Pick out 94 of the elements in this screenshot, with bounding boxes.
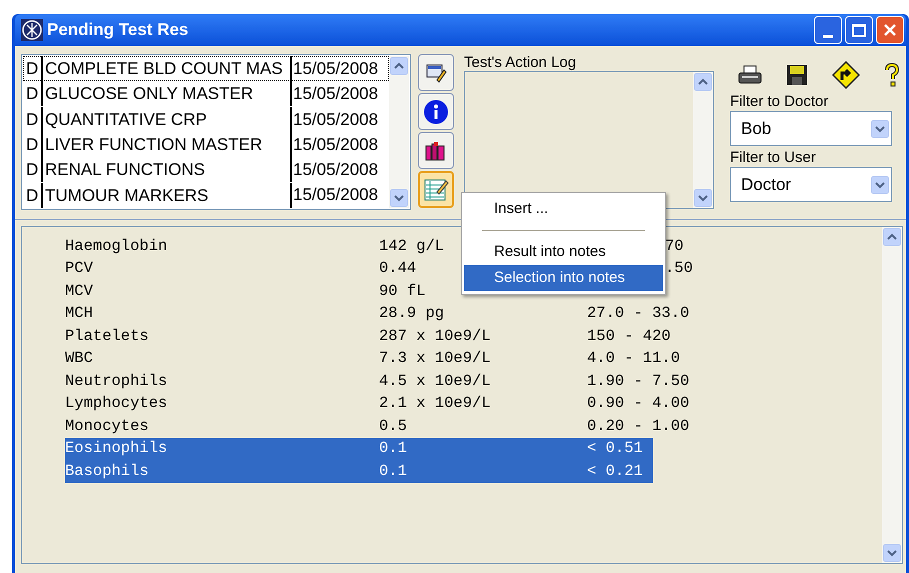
result-range: 1.90 - 7.50 — [587, 372, 690, 390]
result-value: 0.1 — [379, 462, 407, 480]
result-value: 0.1 — [379, 439, 407, 458]
help-icon[interactable] — [884, 63, 900, 87]
menu-item[interactable]: Result into notes — [464, 239, 663, 265]
save-icon[interactable] — [786, 64, 808, 86]
result-range: .50 — [665, 259, 693, 278]
info-button[interactable] — [418, 93, 454, 130]
result-range: 70 — [665, 236, 684, 255]
scroll-down-icon[interactable] — [883, 544, 901, 562]
result-value: 28.9 pg — [379, 304, 444, 322]
test-name: LIVER FUNCTION MASTER — [43, 132, 292, 158]
test-flag: D — [23, 157, 43, 182]
test-flag: D — [23, 81, 43, 106]
action-log-label: Test's Action Log — [464, 54, 578, 71]
scrollbar[interactable] — [882, 227, 902, 563]
result-name: Basophils — [65, 462, 149, 480]
test-row[interactable]: D COMPLETE BLD COUNT MAS 15/05/2008 — [23, 56, 389, 82]
test-name: GLUCOSE ONLY MASTER — [43, 81, 292, 106]
scroll-up-icon[interactable] — [694, 73, 712, 91]
test-date: 15/05/2008 — [292, 108, 378, 130]
result-name: MCH — [65, 304, 93, 322]
info-icon — [423, 98, 449, 124]
result-value: 7.3 x 10e9/L — [379, 349, 491, 368]
filter-label: Filter to User — [730, 149, 817, 167]
filter-dropdown[interactable]: Bob — [730, 111, 892, 146]
result-name: Platelets — [65, 326, 149, 345]
scroll-up-icon[interactable] — [390, 57, 408, 75]
test-name: RENAL FUNCTIONS — [43, 157, 292, 182]
edit-button[interactable] — [418, 54, 454, 91]
test-date: 15/05/2008 — [292, 184, 378, 206]
minimize-button[interactable] — [814, 16, 842, 44]
result-name: MCV — [65, 282, 93, 300]
result-value: 90 fL — [379, 282, 426, 300]
test-name: COMPLETE BLD COUNT MAS — [43, 56, 292, 82]
maximize-button[interactable] — [845, 16, 873, 44]
menu-item[interactable]: Insert ... — [464, 196, 663, 222]
result-range: 0.20 - 1.00 — [587, 416, 690, 435]
test-date: 15/05/2008 — [292, 159, 378, 182]
test-flag: D — [23, 56, 43, 82]
books-button[interactable] — [418, 132, 454, 169]
test-date: 15/05/2008 — [292, 134, 378, 156]
selected-result-row[interactable]: Basophils 0.1 < 0.21 — [65, 460, 653, 482]
scrollbar[interactable] — [693, 72, 713, 208]
result-range: < 0.51 — [587, 439, 643, 458]
filter-value: Doctor — [741, 174, 792, 196]
test-date: 15/05/2008 — [292, 58, 378, 80]
result-value: 0.5 — [379, 416, 407, 435]
result-range: < 0.21 — [587, 462, 643, 480]
return-sign-icon[interactable] — [832, 61, 860, 89]
filter-label: Filter to Doctor — [730, 93, 830, 111]
test-name: QUANTITATIVE CRP — [43, 106, 292, 132]
result-name: Eosinophils — [65, 439, 168, 458]
result-range: 27.0 - 33.0 — [587, 304, 690, 322]
result-name: Haemoglobin — [65, 236, 168, 255]
notes-button[interactable] — [418, 171, 454, 208]
result-value: 142 g/L — [379, 236, 444, 255]
result-name: WBC — [65, 349, 93, 368]
test-row[interactable]: D RENAL FUNCTIONS 15/05/2008 — [23, 157, 389, 182]
printer-icon[interactable] — [738, 64, 762, 86]
app-logo-icon — [21, 19, 43, 41]
result-value: 287 x 10e9/L — [379, 326, 491, 345]
test-row[interactable]: D LIVER FUNCTION MASTER 15/05/2008 — [23, 132, 389, 158]
test-date: 15/05/2008 — [292, 83, 378, 106]
selected-result-row[interactable]: Eosinophils 0.1 < 0.51 — [65, 438, 653, 460]
notes-icon — [423, 178, 449, 202]
test-row[interactable]: D GLUCOSE ONLY MASTER 15/05/2008 — [23, 81, 389, 107]
filter-value: Bob — [741, 118, 772, 140]
scroll-down-icon[interactable] — [390, 189, 408, 207]
test-name: TUMOUR MARKERS — [43, 182, 292, 208]
result-name: Monocytes — [65, 416, 149, 435]
scroll-down-icon[interactable] — [694, 189, 712, 207]
scrollbar[interactable] — [389, 56, 409, 208]
result-name: Lymphocytes — [65, 394, 168, 412]
test-flag: D — [23, 106, 43, 132]
result-value: 2.1 x 10e9/L — [379, 394, 491, 412]
window-title: Pending Test Res — [47, 19, 188, 42]
edit-icon — [425, 62, 447, 84]
menu-item[interactable]: Selection into notes — [464, 265, 663, 291]
result-range: 4.0 - 11.0 — [587, 349, 680, 368]
result-value: 4.5 x 10e9/L — [379, 372, 491, 390]
test-row[interactable]: D QUANTITATIVE CRP 15/05/2008 — [23, 106, 389, 132]
test-flag: D — [23, 182, 43, 208]
result-name: Neutrophils — [65, 372, 168, 390]
close-icon — [883, 23, 897, 37]
test-flag: D — [23, 132, 43, 158]
result-range: 0.90 - 4.00 — [587, 394, 690, 412]
result-value: 0.44 — [379, 259, 416, 278]
result-name: PCV — [65, 259, 93, 278]
close-button[interactable] — [876, 16, 904, 44]
test-row[interactable]: D TUMOUR MARKERS 15/05/2008 — [23, 182, 389, 208]
filter-dropdown[interactable]: Doctor — [730, 167, 892, 202]
scroll-up-icon[interactable] — [883, 228, 901, 246]
result-range: 150 - 420 — [587, 326, 671, 345]
